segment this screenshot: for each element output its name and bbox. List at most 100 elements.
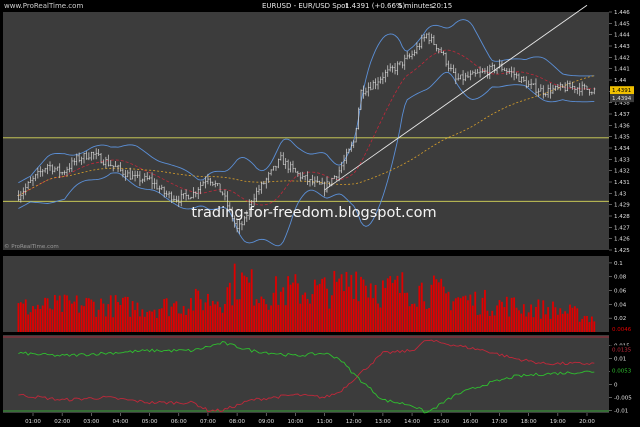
volume-bar (209, 305, 212, 332)
time-tick-label: 19:00 (550, 419, 566, 425)
price-tick-label: 1.425 (614, 248, 630, 254)
volume-bar (85, 297, 88, 332)
volume-bar (275, 276, 277, 332)
volume-bar (418, 285, 421, 332)
price-tick-label: 1.436 (614, 123, 630, 129)
time-tick-label: 04:00 (113, 419, 129, 425)
volume-bar (486, 310, 489, 332)
volume-bar (437, 282, 440, 332)
volume-bar (61, 311, 64, 332)
volume-bar (416, 306, 418, 332)
volume-bar (245, 277, 248, 332)
volume-bar (287, 276, 290, 332)
volume-bar (408, 306, 411, 332)
volume-bar (241, 272, 243, 332)
volume-bar (262, 298, 265, 332)
chart-canvas: www.ProRealTime.com EURUSD - EUR/USD Spo… (3, 2, 634, 425)
volume-bar (141, 309, 144, 332)
volume-bar (190, 298, 192, 332)
volume-bar (122, 297, 124, 332)
volume-bar (139, 316, 141, 332)
volume-bar (391, 282, 394, 332)
volume-bar (248, 282, 251, 332)
volume-bar (462, 296, 464, 332)
time-tick-label: 05:00 (142, 419, 158, 425)
price-tick-label: 1.441 (614, 67, 630, 73)
volume-bar (107, 304, 110, 332)
volume-bar (294, 274, 297, 332)
volume-bar (163, 299, 166, 332)
price-axis: 1.446 1.445 1.444 1.443 1.442 1.441 1.44 1.4391… (609, 10, 630, 254)
volume-bar (505, 296, 508, 332)
volume-bar (522, 304, 525, 332)
volume-bar (173, 303, 175, 332)
volume-bar (221, 312, 224, 332)
volume-bar (168, 316, 170, 332)
price-tick-label: 1.427 (614, 225, 630, 231)
volume-bar (423, 301, 426, 332)
volume-tick-label: 0.1 (614, 261, 623, 267)
volume-bar (146, 311, 149, 332)
volume-bar (556, 314, 559, 332)
volume-bar (63, 294, 66, 332)
time-tick-label: 08:00 (229, 419, 245, 425)
volume-bar (216, 301, 219, 332)
volume-bar (333, 270, 336, 332)
price-tick-label: 1.433 (614, 157, 630, 163)
volume-bar (530, 304, 533, 332)
volume-bar (175, 301, 178, 332)
volume-bar (316, 285, 319, 332)
volume-bar (447, 291, 450, 332)
time-tick-label: 06:00 (171, 419, 187, 425)
volume-bar (277, 304, 280, 332)
volume-bar (457, 297, 460, 332)
volume-bar (187, 308, 190, 332)
volume-bar (372, 298, 375, 332)
volume-bar (345, 271, 348, 332)
volume-bar (100, 298, 102, 332)
time-label: 20:15 (432, 2, 452, 10)
price-tick-label: 1.437 (614, 112, 630, 118)
volume-bar (233, 263, 236, 332)
volume-bar (250, 269, 253, 332)
volume-bar (399, 292, 401, 332)
price-tick-label: 1.444 (614, 33, 630, 39)
volume-bar (90, 299, 93, 332)
volume-bar (148, 310, 151, 332)
volume-bar (425, 308, 428, 332)
volume-bar (471, 305, 474, 332)
volume-bar (51, 309, 54, 332)
oscillator-tick-label: -0.005 (614, 395, 632, 401)
time-tick-label: 11:00 (317, 419, 333, 425)
period-label: 5 minutes (398, 2, 433, 10)
volume-bar (340, 274, 343, 332)
volume-bar (160, 308, 163, 332)
volume-bar (569, 304, 571, 332)
volume-bar (211, 300, 214, 332)
volume-bar (126, 296, 129, 332)
site-label: www.ProRealTime.com (4, 2, 83, 10)
volume-bar (22, 303, 25, 332)
volume-axis: 0.1 0.08 0.06 0.04 0.02 (609, 261, 627, 322)
time-tick-label: 14:00 (404, 419, 420, 425)
price-tick-label: 1.426 (614, 237, 630, 243)
volume-bar (311, 294, 314, 332)
volume-bar (559, 308, 562, 332)
volume-bar (518, 310, 520, 332)
time-tick-label: 18:00 (521, 419, 537, 425)
price-band-tag: 1.4394 (612, 96, 632, 102)
oscillator-tick-label: 0.01 (614, 356, 626, 362)
volume-bar (396, 275, 399, 332)
volume-bar (73, 301, 76, 332)
volume-bar (68, 300, 71, 332)
volume-bar (44, 297, 47, 332)
volume-bar (413, 303, 416, 332)
volume-bar (450, 310, 452, 332)
volume-bar (586, 315, 588, 332)
volume-bar (165, 298, 168, 332)
volume-bar (459, 298, 462, 332)
volume-bar (270, 305, 273, 332)
volume-bar (236, 299, 239, 332)
volume-bar (330, 295, 333, 332)
volume-bar (151, 311, 153, 332)
